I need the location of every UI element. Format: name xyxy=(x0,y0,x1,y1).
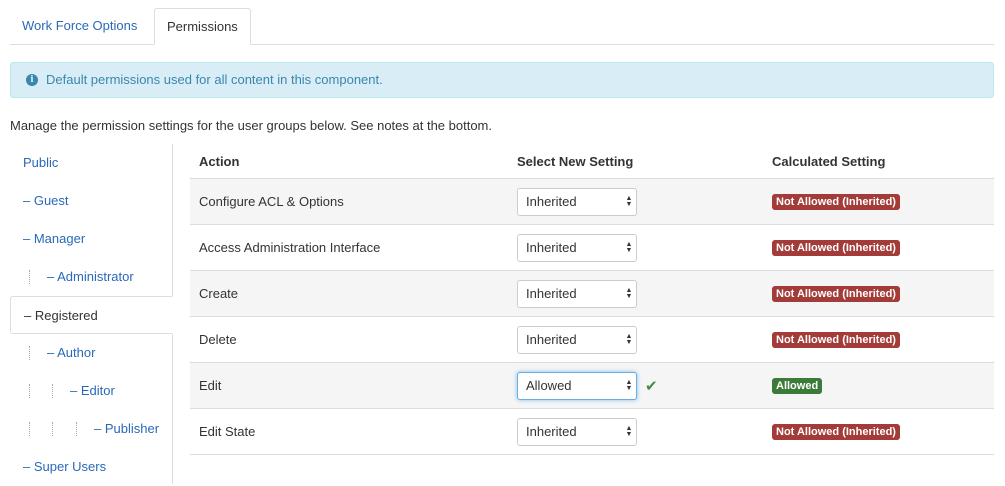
status-badge: Not Allowed (Inherited) xyxy=(772,332,900,348)
group-guest[interactable]: – Guest xyxy=(10,182,172,220)
header-action: Action xyxy=(190,144,508,179)
tab-bar: Work Force Options Permissions xyxy=(10,8,994,45)
status-badge: Not Allowed (Inherited) xyxy=(772,424,900,440)
group-administrator[interactable]: – Administrator xyxy=(10,258,172,296)
tree-indent xyxy=(76,422,77,436)
table-row: Edit Allowed ▲ ▼ ✔ Allowed xyxy=(190,362,994,409)
action-label: Access Administration Interface xyxy=(190,224,508,271)
setting-select[interactable]: Inherited ▲ ▼ xyxy=(517,187,637,216)
action-label: Edit State xyxy=(190,408,508,455)
status-badge: Not Allowed (Inherited) xyxy=(772,194,900,210)
select-value: Inherited xyxy=(526,331,577,347)
select-arrows-icon: ▲ ▼ xyxy=(625,240,633,254)
group-super-users[interactable]: – Super Users xyxy=(10,448,172,486)
table-row: Create Inherited ▲ ▼ Not Allowed (Inherite… xyxy=(190,270,994,317)
table-row: Delete Inherited ▲ ▼ Not Allowed (Inherite… xyxy=(190,316,994,363)
setting-select[interactable]: Allowed ▲ ▼ xyxy=(517,371,637,400)
select-value: Inherited xyxy=(526,193,577,209)
tree-indent xyxy=(29,384,30,398)
info-icon: i xyxy=(26,74,38,86)
group-editor[interactable]: – Editor xyxy=(10,372,172,410)
header-select-new-setting: Select New Setting xyxy=(508,144,763,179)
action-label: Create xyxy=(190,270,508,317)
select-arrows-icon: ▲ ▼ xyxy=(625,424,633,438)
tab-permissions[interactable]: Permissions xyxy=(154,8,251,45)
action-label: Delete xyxy=(190,316,508,363)
setting-select[interactable]: Inherited ▲ ▼ xyxy=(517,279,637,308)
tab-work-force-options[interactable]: Work Force Options xyxy=(10,8,149,44)
table-header: Action Select New Setting Calculated Set… xyxy=(190,144,994,179)
group-public[interactable]: Public xyxy=(10,144,172,182)
info-alert: i Default permissions used for all conte… xyxy=(10,62,994,98)
intro-text: Manage the permission settings for the u… xyxy=(10,118,493,133)
status-badge: Not Allowed (Inherited) xyxy=(772,240,900,256)
tree-indent xyxy=(29,270,30,284)
tree-indent xyxy=(52,422,53,436)
group-label: – Editor xyxy=(70,383,115,398)
group-publisher[interactable]: – Publisher xyxy=(10,410,172,448)
setting-cell: Inherited ▲ ▼ xyxy=(508,316,763,363)
select-arrows-icon: ▲ ▼ xyxy=(625,194,633,208)
calculated-cell: Allowed xyxy=(763,362,994,409)
calculated-cell: Not Allowed (Inherited) xyxy=(763,316,994,363)
calculated-cell: Not Allowed (Inherited) xyxy=(763,178,994,225)
select-arrows-icon: ▲ ▼ xyxy=(625,332,633,346)
calculated-cell: Not Allowed (Inherited) xyxy=(763,224,994,271)
tree-indent xyxy=(29,346,30,360)
select-value: Inherited xyxy=(526,423,577,439)
select-value: Inherited xyxy=(526,239,577,255)
setting-cell: Allowed ▲ ▼ ✔ xyxy=(508,362,763,409)
status-badge: Not Allowed (Inherited) xyxy=(772,286,900,302)
action-label: Edit xyxy=(190,362,508,409)
calculated-cell: Not Allowed (Inherited) xyxy=(763,270,994,317)
status-badge: Allowed xyxy=(772,378,823,394)
header-calculated-setting: Calculated Setting xyxy=(763,144,994,179)
table-row: Configure ACL & Options Inherited ▲ ▼ Not … xyxy=(190,178,994,225)
setting-cell: Inherited ▲ ▼ xyxy=(508,408,763,455)
check-icon: ✔ xyxy=(645,376,658,395)
action-label: Configure ACL & Options xyxy=(190,178,508,225)
select-value: Allowed xyxy=(526,377,572,393)
alert-text: Default permissions used for all content… xyxy=(46,72,383,87)
table-row: Access Administration Interface Inherite… xyxy=(190,224,994,271)
setting-select[interactable]: Inherited ▲ ▼ xyxy=(517,417,637,446)
table-row: Edit State Inherited ▲ ▼ Not Allowed (Inhe… xyxy=(190,408,994,455)
group-author[interactable]: – Author xyxy=(10,334,172,372)
calculated-cell: Not Allowed (Inherited) xyxy=(763,408,994,455)
select-arrows-icon: ▲ ▼ xyxy=(625,286,633,300)
group-label: – Author xyxy=(47,345,96,360)
group-label: – Administrator xyxy=(47,269,134,284)
setting-select[interactable]: Inherited ▲ ▼ xyxy=(517,233,637,262)
tree-indent xyxy=(29,422,30,436)
group-label: – Publisher xyxy=(94,421,160,436)
user-group-list: Public – Guest – Manager – Administrator… xyxy=(10,144,173,484)
setting-cell: Inherited ▲ ▼ xyxy=(508,224,763,271)
setting-cell: Inherited ▲ ▼ xyxy=(508,270,763,317)
setting-select[interactable]: Inherited ▲ ▼ xyxy=(517,325,637,354)
group-manager[interactable]: – Manager xyxy=(10,220,172,258)
group-registered[interactable]: – Registered xyxy=(10,296,173,334)
select-arrows-icon: ▲ ▼ xyxy=(625,378,633,392)
select-value: Inherited xyxy=(526,285,577,301)
setting-cell: Inherited ▲ ▼ xyxy=(508,178,763,225)
tree-indent xyxy=(52,384,53,398)
permissions-table: Action Select New Setting Calculated Set… xyxy=(190,144,994,455)
